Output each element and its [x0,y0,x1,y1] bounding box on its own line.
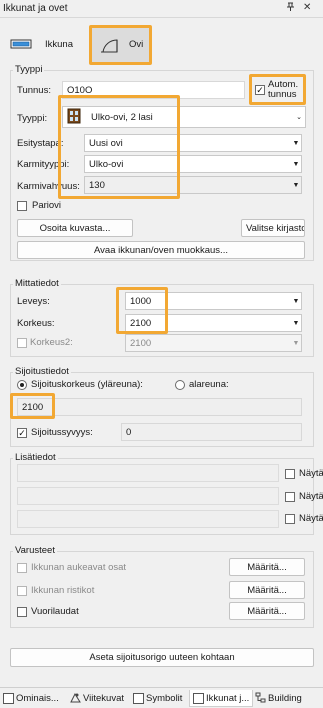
symbols-icon [133,693,144,704]
tab-viitekuvat[interactable]: Viitekuvat [70,690,124,707]
mittatiedot-group-title: Mittatiedot [13,278,61,289]
lisatiedot-group-title: Lisätiedot [13,452,58,463]
placement-height-highlight [10,393,55,419]
tab-building-label: Building [268,693,302,704]
windows-doors-icon [193,692,204,704]
window-type-button[interactable]: Ikkuna [6,27,76,63]
korkeus2-field[interactable]: 2100 [125,334,302,352]
maarita-button-3[interactable]: Määritä... [229,602,305,620]
building-tree-icon [255,692,266,706]
tyyppi-group-title: Tyyppi [13,64,45,75]
type-fields-highlight [58,95,180,199]
korkeus2-chevron-down-icon[interactable]: ▼ [291,334,301,352]
aukeavat-osat-label: Ikkunan aukeavat osat [31,562,127,573]
sijoituskorkeus-top-label: Sijoituskorkeus (yläreuna): [31,379,143,390]
korkeus2-label: Korkeus2: [30,337,73,348]
lisatieto-field-3[interactable] [17,510,279,528]
esitystapa-label: Esitystapa: [17,138,64,149]
leveys-label: Leveys: [17,296,50,307]
tab-ominaisuudet[interactable]: Ominais... [3,690,59,707]
close-icon[interactable]: ✕ [303,2,311,13]
window-type-label: Ikkuna [45,39,73,50]
autom-highlight [249,74,306,105]
tunnus-label: Tunnus: [17,85,51,96]
karmivahvuus-chevron-down-icon[interactable]: ▼ [291,176,301,194]
tab-symbolit[interactable]: Symbolit [133,690,182,707]
sijoitussyvyys-field[interactable]: 0 [121,423,302,441]
tab-viitekuvat-label: Viitekuvat [83,693,125,704]
sijoitussyvyys-checkbox[interactable]: ✓ [17,428,27,438]
nayta-label-1: Näytä [299,468,323,479]
karmityyppi-chevron-down-icon[interactable]: ▼ [291,155,301,173]
sijoituskorkeus-bottom-label: alareuna: [189,379,229,390]
door-type-highlight [89,25,152,65]
vuorilaudat-checkbox[interactable] [17,607,27,617]
aukeavat-osat-checkbox[interactable] [17,563,27,573]
leveys-chevron-down-icon[interactable]: ▼ [291,292,301,310]
sijoituskorkeus-top-radio[interactable] [17,380,27,390]
lisatieto-field-2[interactable] [17,487,279,505]
ristikot-label: Ikkunan ristikot [31,585,95,596]
korkeus-chevron-down-icon[interactable]: ▼ [291,314,301,332]
tab-symbolit-label: Symbolit [146,693,183,704]
window-icon [10,38,32,53]
nayta-checkbox-3[interactable] [285,514,295,524]
pin-icon[interactable] [286,2,295,15]
pariovi-checkbox[interactable] [17,201,27,211]
maarita-button-2[interactable]: Määritä... [229,581,305,599]
reference-image-icon [70,692,81,706]
aseta-sijoitusorigo-button[interactable]: Aseta sijoitusorigo uuteen kohtaan [10,648,314,667]
esitystapa-chevron-down-icon[interactable]: ▼ [291,134,301,152]
tab-ikkunat-ja-ovet[interactable]: Ikkunat j... [189,690,254,707]
tyyppi-chevron-down-icon[interactable]: ⌄ [294,108,304,126]
nayta-checkbox-2[interactable] [285,492,295,502]
ristikot-checkbox[interactable] [17,586,27,596]
varusteet-group-title: Varusteet [13,545,57,556]
panel-titlebar: Ikkunat ja ovet ✕ [0,0,323,18]
panel-tab-bar: Ominais... Viitekuvat Symbolit Ikkunat j… [0,687,323,708]
tyyppi-label: Tyyppi: [17,113,48,124]
valitse-kirjastosta-button[interactable]: Valitse kirjastosta... [241,219,305,237]
osoita-kuvasta-button[interactable]: Osoita kuvasta... [17,219,133,237]
tab-ominaisuudet-label: Ominais... [16,693,59,704]
nayta-label-3: Näytä [299,513,323,524]
avaa-muokkaus-button[interactable]: Avaa ikkunan/oven muokkaus... [17,241,305,259]
vuorilaudat-label: Vuorilaudat [31,606,79,617]
korkeus-label: Korkeus: [17,318,55,329]
pariovi-label: Pariovi [32,200,62,211]
lisatieto-field-1[interactable] [17,464,279,482]
korkeus2-checkbox[interactable] [17,338,27,348]
properties-icon [3,693,14,704]
sijoitussyvyys-label: Sijoitussyvyys: [31,427,93,438]
tab-building[interactable]: Building [255,690,302,707]
tab-ikkunat-label: Ikkunat j... [206,692,250,704]
sijoituskorkeus-bottom-radio[interactable] [175,380,185,390]
nayta-checkbox-1[interactable] [285,469,295,479]
maarita-button-1[interactable]: Määritä... [229,558,305,576]
sijoituskorkeus-field[interactable]: 2100 [17,398,302,416]
dimensions-highlight [116,287,168,334]
nayta-label-2: Näytä [299,491,323,502]
sijoitustiedot-group-title: Sijoitustiedot [13,366,71,377]
panel-title: Ikkunat ja ovet [3,3,68,14]
